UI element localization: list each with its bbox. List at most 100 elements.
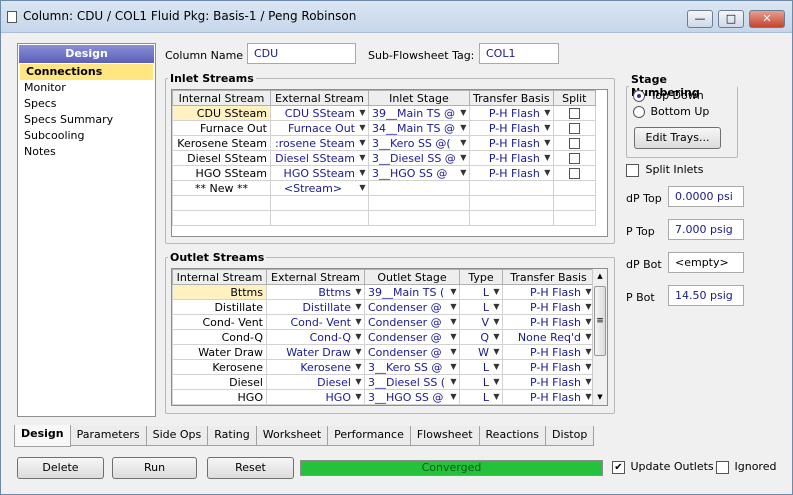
- scroll-up-arrow-icon[interactable]: ▲: [593, 269, 607, 284]
- dropdown-arrow-icon[interactable]: ▼: [491, 286, 502, 299]
- minimize-button[interactable]: —: [687, 10, 713, 28]
- inlet-stage-cell[interactable]: 34__Main TS @ ▼: [368, 120, 470, 136]
- dropdown-arrow-icon[interactable]: ▼: [491, 391, 502, 404]
- outlet-internal-cell[interactable]: Bttms: [172, 284, 267, 300]
- dp-bot-input[interactable]: <empty>: [668, 252, 744, 273]
- update-outlets-checkbox[interactable]: ✔: [612, 460, 625, 474]
- nav-item-connections[interactable]: Connections: [20, 64, 153, 80]
- outlet-internal-cell[interactable]: HGO: [172, 389, 267, 405]
- outlet-external-cell[interactable]: Cond- Vent ▼: [266, 314, 365, 330]
- run-button[interactable]: Run: [112, 457, 197, 479]
- dropdown-arrow-icon[interactable]: ▼: [448, 346, 459, 359]
- outlet-type-cell[interactable]: L ▼: [459, 359, 503, 375]
- inlet-internal-cell[interactable]: Kerosene Steam: [172, 135, 271, 151]
- inlet-internal-cell[interactable]: CDU SSteam: [172, 105, 271, 121]
- outlet-basis-cell[interactable]: P-H Flash ▼: [502, 359, 595, 375]
- ignored-checkbox[interactable]: [716, 460, 729, 474]
- inlet-internal-cell[interactable]: Furnace Out: [172, 120, 271, 136]
- inlet-split-cell[interactable]: [552, 150, 596, 166]
- inlet-external-cell[interactable]: Diesel SSteam ▼: [270, 150, 369, 166]
- inlet-basis-cell[interactable]: P-H Flash ▼: [468, 150, 554, 166]
- dropdown-arrow-icon[interactable]: ▼: [458, 137, 469, 150]
- dropdown-arrow-icon[interactable]: ▼: [491, 301, 502, 314]
- dropdown-arrow-icon[interactable]: ▼: [542, 122, 553, 135]
- outlet-type-cell[interactable]: W ▼: [459, 344, 503, 360]
- outlet-internal-cell[interactable]: Kerosene: [172, 359, 267, 375]
- outlet-basis-cell[interactable]: None Req'd ▼: [502, 329, 595, 345]
- dropdown-arrow-icon[interactable]: ▼: [458, 107, 469, 120]
- outlet-stage-cell[interactable]: Condenser @ ▼: [364, 329, 460, 345]
- dropdown-arrow-icon[interactable]: ▼: [448, 361, 459, 374]
- scroll-thumb[interactable]: ≡: [594, 286, 606, 356]
- outlet-stage-cell[interactable]: Condenser @ ▼: [364, 344, 460, 360]
- outlet-basis-cell[interactable]: P-H Flash ▼: [502, 374, 595, 390]
- top-down-option[interactable]: Top Down: [633, 89, 704, 102]
- dropdown-arrow-icon[interactable]: ▼: [357, 122, 368, 135]
- ignored-option[interactable]: Ignored: [716, 460, 776, 474]
- inlet-internal-cell[interactable]: Diesel SSteam: [172, 150, 271, 166]
- outlet-stage-cell[interactable]: Condenser @ ▼: [364, 299, 460, 315]
- tab-design[interactable]: Design: [14, 425, 71, 447]
- outlet-stage-cell[interactable]: 39__Main TS (▼: [364, 284, 460, 300]
- outlet-basis-cell[interactable]: P-H Flash ▼: [502, 389, 595, 405]
- nav-item-subcooling[interactable]: Subcooling: [18, 128, 155, 144]
- dropdown-arrow-icon[interactable]: ▼: [357, 182, 368, 195]
- outlet-external-cell[interactable]: Cond-Q ▼: [266, 329, 365, 345]
- tab-reactions[interactable]: Reactions: [478, 426, 547, 446]
- subflowsheet-tag-input[interactable]: COL1: [479, 43, 559, 64]
- split-checkbox[interactable]: [568, 153, 580, 164]
- dropdown-arrow-icon[interactable]: ▼: [357, 167, 368, 180]
- split-checkbox[interactable]: [568, 123, 580, 134]
- inlet-basis-cell[interactable]: P-H Flash ▼: [468, 105, 554, 121]
- outlet-internal-cell[interactable]: Water Draw: [172, 344, 267, 360]
- bottom-up-radio[interactable]: [633, 106, 645, 118]
- nav-item-monitor[interactable]: Monitor: [18, 80, 155, 96]
- dropdown-arrow-icon[interactable]: ▼: [448, 316, 459, 329]
- dp-top-input[interactable]: 0.0000 psi: [668, 186, 744, 207]
- inlet-new-external[interactable]: <Stream> ▼: [270, 180, 369, 196]
- split-checkbox[interactable]: [568, 168, 580, 179]
- inlet-split-cell[interactable]: [552, 105, 596, 121]
- dropdown-arrow-icon[interactable]: ▼: [353, 376, 364, 389]
- inlet-internal-cell[interactable]: HGO SSteam: [172, 165, 271, 181]
- inlet-stage-cell[interactable]: 3__Diesel SS @ ▼: [368, 150, 470, 166]
- tab-parameters[interactable]: Parameters: [69, 426, 147, 446]
- outlet-type-cell[interactable]: L ▼: [459, 299, 503, 315]
- outlet-type-cell[interactable]: Q ▼: [459, 329, 503, 345]
- inlet-external-cell[interactable]: HGO SSteam ▼: [270, 165, 369, 181]
- dropdown-arrow-icon[interactable]: ▼: [353, 316, 364, 329]
- outlet-type-cell[interactable]: L ▼: [459, 284, 503, 300]
- dropdown-arrow-icon[interactable]: ▼: [458, 122, 469, 135]
- dropdown-arrow-icon[interactable]: ▼: [357, 152, 368, 165]
- dropdown-arrow-icon[interactable]: ▼: [491, 316, 502, 329]
- column-name-input[interactable]: CDU: [247, 43, 356, 64]
- outlet-basis-cell[interactable]: P-H Flash ▼: [502, 299, 595, 315]
- dropdown-arrow-icon[interactable]: ▼: [542, 107, 553, 120]
- inlet-external-cell[interactable]: :rosene Steam ▼: [270, 135, 369, 151]
- inlet-stage-cell[interactable]: 3__Kero SS @(▼: [368, 135, 470, 151]
- edit-trays-button[interactable]: Edit Trays...: [634, 127, 721, 149]
- outlet-stage-cell[interactable]: 3__Kero SS @ ▼: [364, 359, 460, 375]
- dropdown-arrow-icon[interactable]: ▼: [491, 361, 502, 374]
- inlet-split-cell[interactable]: [552, 135, 596, 151]
- inlet-split-cell[interactable]: [552, 120, 596, 136]
- p-bot-input[interactable]: 14.50 psig: [668, 285, 744, 306]
- dropdown-arrow-icon[interactable]: ▼: [542, 167, 553, 180]
- close-button[interactable]: ✕: [749, 10, 785, 28]
- inlet-basis-cell[interactable]: P-H Flash ▼: [468, 120, 554, 136]
- split-inlets-option[interactable]: Split Inlets: [626, 163, 703, 177]
- maximize-button[interactable]: □: [718, 10, 744, 28]
- outlet-stage-cell[interactable]: 3__Diesel SS (▼: [364, 374, 460, 390]
- outlet-internal-cell[interactable]: Distillate: [172, 299, 267, 315]
- outlet-internal-cell[interactable]: Cond-Q: [172, 329, 267, 345]
- outlet-external-cell[interactable]: Water Draw ▼: [266, 344, 365, 360]
- dropdown-arrow-icon[interactable]: ▼: [491, 346, 502, 359]
- dropdown-arrow-icon[interactable]: ▼: [448, 331, 459, 344]
- dropdown-arrow-icon[interactable]: ▼: [353, 301, 364, 314]
- nav-item-specs-summary[interactable]: Specs Summary: [18, 112, 155, 128]
- tab-flowsheet[interactable]: Flowsheet: [409, 426, 480, 446]
- outlet-stage-cell[interactable]: 3__HGO SS @ ▼: [364, 389, 460, 405]
- split-inlets-checkbox[interactable]: [626, 163, 639, 177]
- outlet-type-cell[interactable]: L ▼: [459, 389, 503, 405]
- outlet-type-cell[interactable]: L ▼: [459, 374, 503, 390]
